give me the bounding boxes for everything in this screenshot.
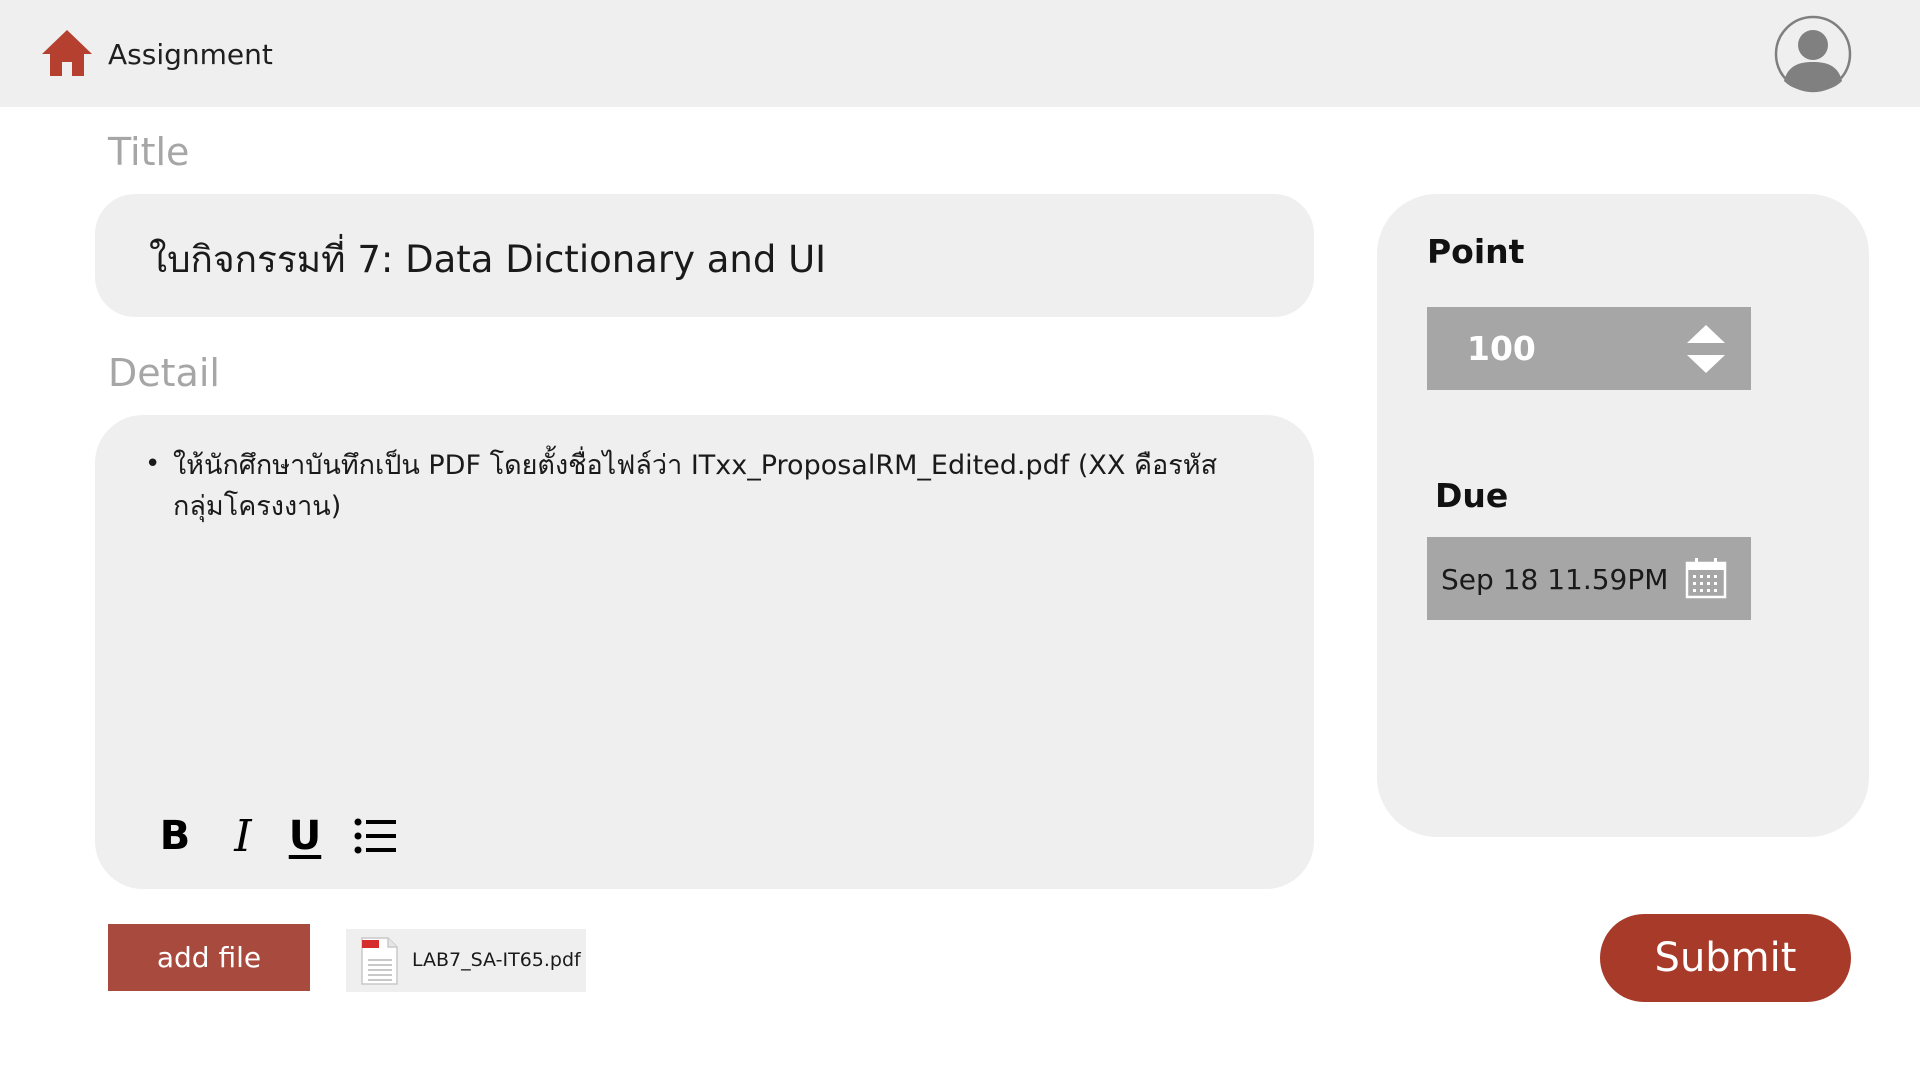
underline-button[interactable]: U [283, 811, 327, 861]
detail-label: Detail [108, 351, 220, 395]
point-stepper[interactable]: 100 [1427, 307, 1751, 390]
due-label: Due [1435, 476, 1509, 515]
calendar-icon[interactable] [1685, 557, 1727, 599]
bullet-marker: • [145, 449, 161, 479]
add-file-button[interactable]: add file [108, 924, 310, 991]
settings-panel: Point 100 Due Sep 18 11.59PM [1377, 194, 1869, 837]
detail-list-item: ให้นักศึกษาบันทึกเป็น PDF โดยตั้งชื่อไฟล… [173, 450, 1218, 522]
title-input[interactable]: ใบกิจกรรมที่ 7: Data Dictionary and UI [95, 194, 1314, 317]
decrement-arrow-icon[interactable] [1685, 353, 1727, 375]
title-label: Title [108, 130, 190, 174]
due-value: Sep 18 11.59PM [1441, 563, 1669, 596]
bold-button[interactable]: B [155, 811, 195, 861]
due-date-picker[interactable]: Sep 18 11.59PM [1427, 537, 1751, 620]
attached-file-chip[interactable]: LAB7_SA-IT65.pdf [346, 929, 586, 992]
bulleted-list-button[interactable] [353, 811, 397, 861]
point-value: 100 [1467, 329, 1536, 368]
italic-button[interactable]: I [223, 811, 263, 862]
pdf-file-icon [361, 937, 398, 985]
bulleted-list-icon [354, 818, 396, 854]
user-avatar-icon[interactable] [1774, 15, 1852, 93]
attached-file-name: LAB7_SA-IT65.pdf [412, 949, 581, 971]
top-bar: Assignment [0, 0, 1920, 107]
submit-button[interactable]: Submit [1600, 914, 1851, 1002]
detail-editor[interactable]: • ให้นักศึกษาบันทึกเป็น PDF โดยตั้งชื่อไ… [95, 415, 1314, 889]
home-icon[interactable] [39, 28, 95, 78]
point-label: Point [1427, 232, 1525, 271]
increment-arrow-icon[interactable] [1685, 323, 1727, 345]
title-value: ใบกิจกรรมที่ 7: Data Dictionary and UI [149, 238, 827, 281]
app-title: Assignment [108, 38, 273, 71]
